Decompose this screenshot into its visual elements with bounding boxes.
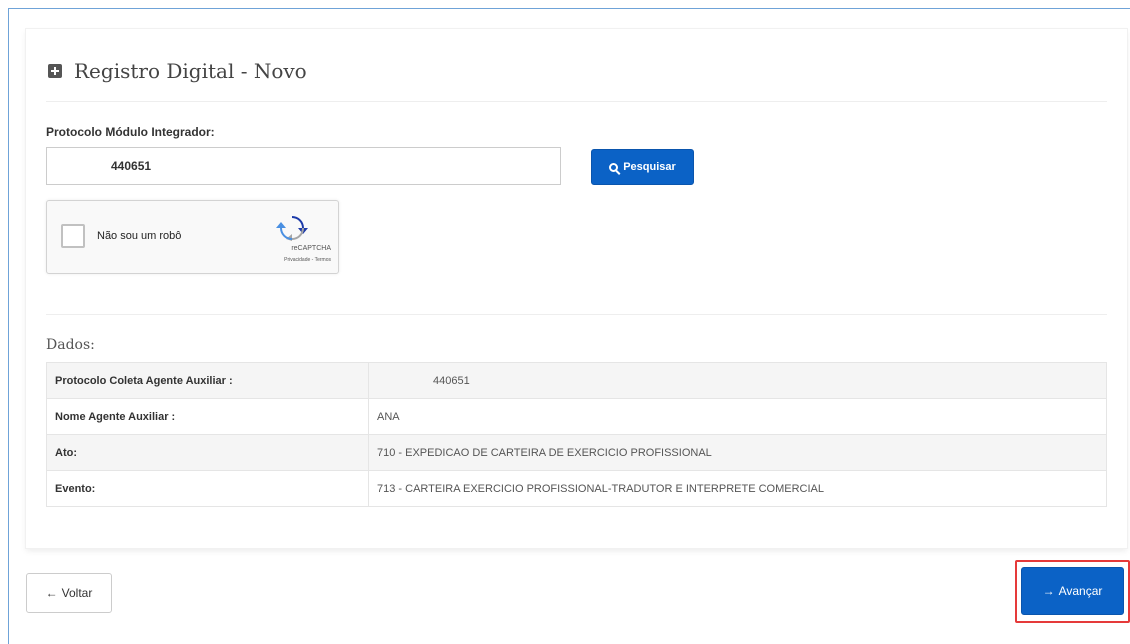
panel-title: Registro Digital - Novo (48, 59, 307, 83)
section-divider (46, 314, 1107, 315)
back-button-label: Voltar (61, 586, 93, 600)
captcha-brand: reCAPTCHA (291, 245, 331, 252)
next-button[interactable]: → Avançar (1021, 567, 1124, 615)
row-key: Protocolo Coleta Agente Auxiliar : (46, 362, 369, 399)
arrow-left-icon: ← (45, 586, 58, 600)
title-divider (46, 101, 1107, 102)
plus-square-icon (48, 64, 62, 78)
back-button[interactable]: ← Voltar (26, 573, 112, 613)
row-key: Nome Agente Auxiliar : (46, 398, 369, 435)
row-value: 710 - EXPEDICAO DE CARTEIRA DE EXERCICIO… (368, 434, 1107, 471)
captcha-label: Não sou um robô (97, 230, 182, 242)
table-row: Ato: 710 - EXPEDICAO DE CARTEIRA DE EXER… (46, 434, 1107, 471)
search-icon (609, 162, 619, 172)
search-button[interactable]: Pesquisar (591, 149, 694, 185)
row-value: 713 - CARTEIRA EXERCICIO PROFISSIONAL-TR… (368, 470, 1107, 507)
protocol-label: Protocolo Módulo Integrador: (46, 125, 215, 139)
row-value: 440651 (368, 362, 1107, 399)
table-row: Nome Agente Auxiliar : ANA (46, 398, 1107, 435)
row-value: ANA (368, 398, 1107, 435)
arrow-right-icon: → (1042, 584, 1055, 598)
form-panel: Registro Digital - Novo Protocolo Módulo… (26, 29, 1127, 548)
search-button-label: Pesquisar (623, 161, 676, 173)
recaptcha-widget: Não sou um robô reCAPTCHA Privacidade - … (46, 200, 339, 274)
panel-title-text: Registro Digital - Novo (74, 59, 307, 83)
recaptcha-logo-icon (276, 216, 308, 241)
next-button-label: Avançar (1058, 584, 1103, 598)
row-key: Ato: (46, 434, 369, 471)
captcha-links[interactable]: Privacidade - Termos (247, 257, 331, 263)
data-heading: Dados: (46, 337, 95, 353)
row-key: Evento: (46, 470, 369, 507)
table-row: Evento: 713 - CARTEIRA EXERCICIO PROFISS… (46, 470, 1107, 507)
table-row: Protocolo Coleta Agente Auxiliar : 44065… (46, 362, 1107, 399)
data-table: Protocolo Coleta Agente Auxiliar : 44065… (46, 362, 1107, 507)
protocol-input[interactable] (46, 147, 561, 185)
captcha-checkbox[interactable] (61, 224, 85, 248)
